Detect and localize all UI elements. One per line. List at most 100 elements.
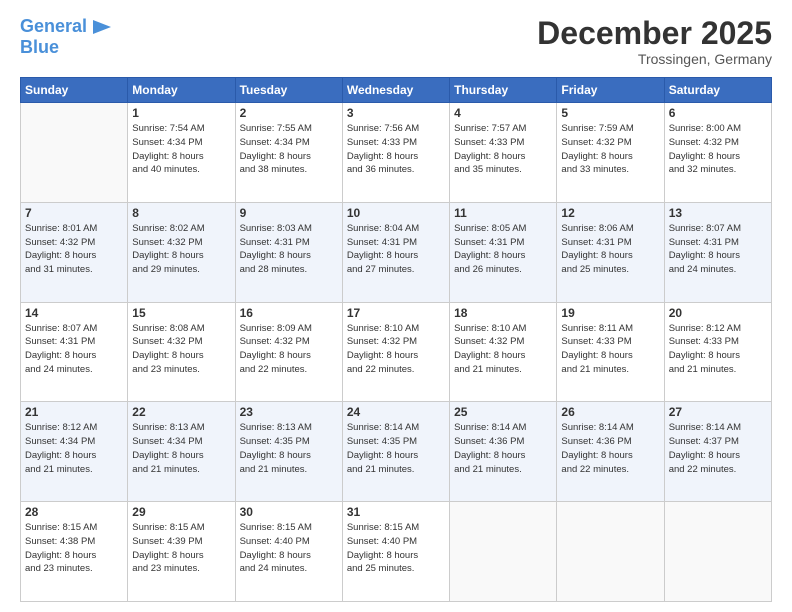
day-number: 6 [669,106,767,120]
location-subtitle: Trossingen, Germany [537,51,772,67]
day-info: Sunrise: 8:09 AMSunset: 4:32 PMDaylight:… [240,322,338,377]
day-info: Sunrise: 8:13 AMSunset: 4:35 PMDaylight:… [240,421,338,476]
logo: General Blue [20,16,111,58]
day-number: 26 [561,405,659,419]
calendar-cell: 21 Sunrise: 8:12 AMSunset: 4:34 PMDayligh… [21,402,128,502]
calendar-header-thursday: Thursday [450,78,557,103]
logo-icon [89,16,111,38]
day-info: Sunrise: 8:00 AMSunset: 4:32 PMDaylight:… [669,122,767,177]
day-info: Sunrise: 7:59 AMSunset: 4:32 PMDaylight:… [561,122,659,177]
calendar-cell: 14 Sunrise: 8:07 AMSunset: 4:31 PMDayligh… [21,302,128,402]
calendar-cell: 10 Sunrise: 8:04 AMSunset: 4:31 PMDayligh… [342,202,449,302]
calendar-cell: 8 Sunrise: 8:02 AMSunset: 4:32 PMDaylight… [128,202,235,302]
day-number: 8 [132,206,230,220]
day-info: Sunrise: 8:07 AMSunset: 4:31 PMDaylight:… [25,322,123,377]
day-info: Sunrise: 8:03 AMSunset: 4:31 PMDaylight:… [240,222,338,277]
day-number: 10 [347,206,445,220]
calendar-cell: 19Sunrise: 8:11 AMSunset: 4:33 PMDayligh… [557,302,664,402]
day-number: 14 [25,306,123,320]
calendar-cell: 2 Sunrise: 7:55 AMSunset: 4:34 PMDaylight… [235,103,342,203]
calendar-header-saturday: Saturday [664,78,771,103]
calendar-cell [557,502,664,602]
day-info: Sunrise: 8:12 AMSunset: 4:34 PMDaylight:… [25,421,123,476]
day-info: Sunrise: 7:57 AMSunset: 4:33 PMDaylight:… [454,122,552,177]
page: General Blue December 2025 Trossingen, G… [0,0,792,612]
day-number: 7 [25,206,123,220]
day-number: 2 [240,106,338,120]
month-title: December 2025 [537,16,772,51]
day-info: Sunrise: 8:15 AMSunset: 4:40 PMDaylight:… [240,521,338,576]
calendar-cell: 9Sunrise: 8:03 AMSunset: 4:31 PMDaylight… [235,202,342,302]
calendar-cell: 11 Sunrise: 8:05 AMSunset: 4:31 PMDayligh… [450,202,557,302]
calendar-week-row: 28Sunrise: 8:15 AMSunset: 4:38 PMDayligh… [21,502,772,602]
day-number: 29 [132,505,230,519]
logo-blue-text: Blue [20,38,111,58]
day-number: 1 [132,106,230,120]
day-info: Sunrise: 8:10 AMSunset: 4:32 PMDaylight:… [454,322,552,377]
day-number: 21 [25,405,123,419]
day-info: Sunrise: 7:56 AMSunset: 4:33 PMDaylight:… [347,122,445,177]
day-number: 30 [240,505,338,519]
calendar-cell: 25Sunrise: 8:14 AMSunset: 4:36 PMDayligh… [450,402,557,502]
calendar-cell: 5 Sunrise: 7:59 AMSunset: 4:32 PMDaylight… [557,103,664,203]
logo-text: General [20,17,87,37]
day-number: 31 [347,505,445,519]
day-number: 25 [454,405,552,419]
day-info: Sunrise: 8:15 AMSunset: 4:40 PMDaylight:… [347,521,445,576]
calendar-header-friday: Friday [557,78,664,103]
calendar-header-tuesday: Tuesday [235,78,342,103]
calendar-cell: 3 Sunrise: 7:56 AMSunset: 4:33 PMDaylight… [342,103,449,203]
calendar-header-sunday: Sunday [21,78,128,103]
day-info: Sunrise: 8:04 AMSunset: 4:31 PMDaylight:… [347,222,445,277]
calendar-cell: 29Sunrise: 8:15 AMSunset: 4:39 PMDayligh… [128,502,235,602]
calendar-cell: 12 Sunrise: 8:06 AMSunset: 4:31 PMDayligh… [557,202,664,302]
calendar-week-row: 21 Sunrise: 8:12 AMSunset: 4:34 PMDayligh… [21,402,772,502]
day-info: Sunrise: 8:02 AMSunset: 4:32 PMDaylight:… [132,222,230,277]
calendar-table: SundayMondayTuesdayWednesdayThursdayFrid… [20,77,772,602]
calendar-cell: 24 Sunrise: 8:14 AMSunset: 4:35 PMDayligh… [342,402,449,502]
calendar-header-monday: Monday [128,78,235,103]
header: General Blue December 2025 Trossingen, G… [20,16,772,67]
day-info: Sunrise: 8:12 AMSunset: 4:33 PMDaylight:… [669,322,767,377]
day-number: 24 [347,405,445,419]
calendar-cell: 27Sunrise: 8:14 AMSunset: 4:37 PMDayligh… [664,402,771,502]
day-number: 3 [347,106,445,120]
day-info: Sunrise: 8:14 AMSunset: 4:36 PMDaylight:… [561,421,659,476]
calendar-week-row: 7Sunrise: 8:01 AMSunset: 4:32 PMDaylight… [21,202,772,302]
calendar-cell: 31 Sunrise: 8:15 AMSunset: 4:40 PMDayligh… [342,502,449,602]
day-number: 27 [669,405,767,419]
calendar-cell: 30 Sunrise: 8:15 AMSunset: 4:40 PMDayligh… [235,502,342,602]
day-number: 28 [25,505,123,519]
day-number: 18 [454,306,552,320]
calendar-cell: 7Sunrise: 8:01 AMSunset: 4:32 PMDaylight… [21,202,128,302]
day-number: 4 [454,106,552,120]
calendar-header-wednesday: Wednesday [342,78,449,103]
calendar-cell [450,502,557,602]
day-number: 19 [561,306,659,320]
day-number: 5 [561,106,659,120]
calendar-cell [664,502,771,602]
calendar-cell: 18 Sunrise: 8:10 AMSunset: 4:32 PMDayligh… [450,302,557,402]
calendar-header-row: SundayMondayTuesdayWednesdayThursdayFrid… [21,78,772,103]
calendar-cell: 17 Sunrise: 8:10 AMSunset: 4:32 PMDayligh… [342,302,449,402]
day-info: Sunrise: 8:06 AMSunset: 4:31 PMDaylight:… [561,222,659,277]
calendar-cell: 15Sunrise: 8:08 AMSunset: 4:32 PMDayligh… [128,302,235,402]
calendar-cell: 1Sunrise: 7:54 AMSunset: 4:34 PMDaylight… [128,103,235,203]
calendar-cell: 6 Sunrise: 8:00 AMSunset: 4:32 PMDaylight… [664,103,771,203]
day-number: 15 [132,306,230,320]
day-number: 22 [132,405,230,419]
day-info: Sunrise: 8:10 AMSunset: 4:32 PMDaylight:… [347,322,445,377]
day-info: Sunrise: 8:05 AMSunset: 4:31 PMDaylight:… [454,222,552,277]
calendar-cell: 4 Sunrise: 7:57 AMSunset: 4:33 PMDaylight… [450,103,557,203]
day-number: 23 [240,405,338,419]
calendar-cell: 22Sunrise: 8:13 AMSunset: 4:34 PMDayligh… [128,402,235,502]
day-number: 17 [347,306,445,320]
calendar-cell: 28Sunrise: 8:15 AMSunset: 4:38 PMDayligh… [21,502,128,602]
calendar-week-row: 1Sunrise: 7:54 AMSunset: 4:34 PMDaylight… [21,103,772,203]
day-info: Sunrise: 7:55 AMSunset: 4:34 PMDaylight:… [240,122,338,177]
day-info: Sunrise: 8:14 AMSunset: 4:35 PMDaylight:… [347,421,445,476]
day-number: 16 [240,306,338,320]
calendar-cell: 26 Sunrise: 8:14 AMSunset: 4:36 PMDayligh… [557,402,664,502]
day-number: 11 [454,206,552,220]
day-number: 12 [561,206,659,220]
